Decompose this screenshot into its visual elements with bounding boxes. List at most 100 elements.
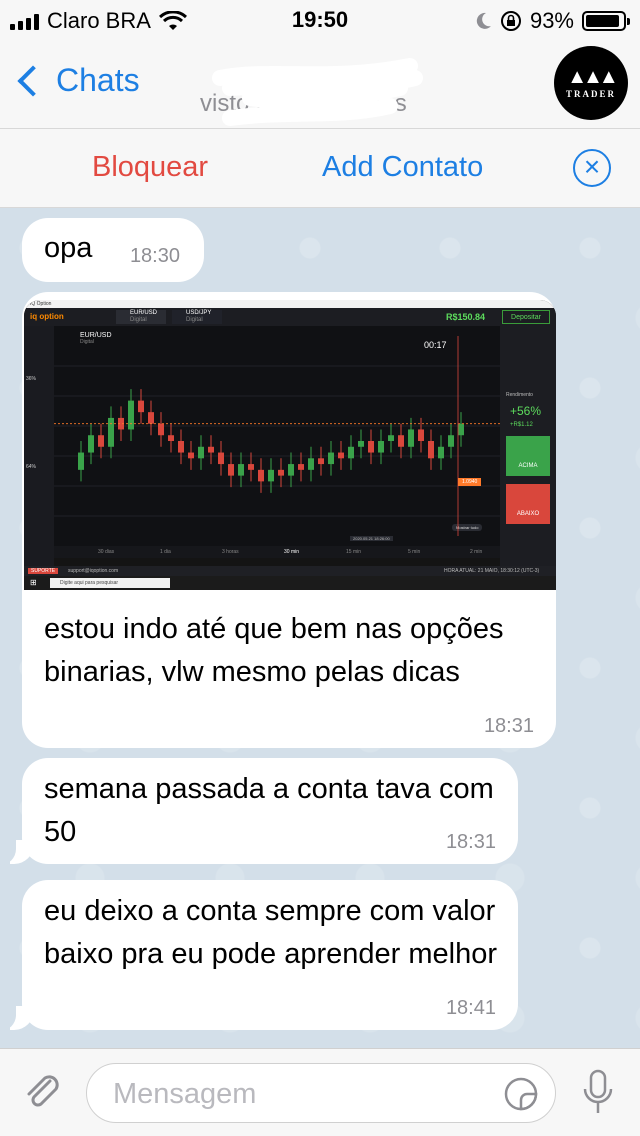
candle-body [358, 441, 364, 447]
support-label: SUPORTE [28, 568, 59, 574]
microphone-icon[interactable] [580, 1067, 616, 1119]
time-range-option: 30 dias [98, 549, 115, 555]
block-button[interactable]: Bloquear [92, 151, 208, 184]
message-input-bar [0, 1048, 640, 1136]
message-text: opa [44, 232, 93, 264]
deposit-button: Depositar [502, 310, 550, 324]
candle-body [168, 435, 174, 441]
app-sidebar: 36% 64% [24, 326, 54, 566]
acima-pct: 36% [26, 376, 37, 382]
windows-taskbar: ⊞ Digite aqui para pesquisar [24, 576, 556, 590]
windows-start-icon: ⊞ [30, 578, 37, 587]
paperclip-icon[interactable] [20, 1069, 64, 1113]
candle-body [308, 458, 314, 470]
battery-icon [582, 11, 630, 31]
app-topbar: iq option EUR/USD Digital USD/JPY Digita… [24, 308, 556, 326]
acima-button: ACIMA [506, 436, 550, 476]
message-text: semana passada a conta tava com 50 [44, 773, 494, 848]
candle-body [348, 446, 354, 459]
message-time: 18:41 [445, 997, 496, 1019]
candle-body [448, 435, 454, 447]
candle-body [198, 446, 204, 459]
message-time: 18:31 [445, 831, 496, 853]
abaixo-button: ABAIXO [506, 484, 550, 524]
candle-body [258, 469, 264, 482]
candle-body [228, 464, 234, 476]
candle-body [418, 429, 424, 441]
candle-body [288, 464, 294, 476]
time-range-option: 2 min [470, 549, 483, 555]
candle-body [108, 417, 114, 447]
candle-body [278, 469, 284, 476]
rendimento-label: Rendimento [506, 392, 533, 398]
time-range-option: 3 horas [222, 549, 239, 555]
windows-search: Digite aqui para pesquisar [50, 578, 170, 588]
candle-body [238, 464, 244, 476]
candle-body [318, 458, 324, 465]
message-field[interactable] [86, 1063, 556, 1123]
candle-body [78, 452, 84, 470]
candle-body [248, 464, 254, 470]
back-button[interactable]: Chats [14, 62, 140, 99]
candle-body [458, 423, 464, 436]
candlestick-series [54, 336, 500, 536]
message-text: estou indo até que bem nas opções binari… [44, 613, 504, 688]
close-icon[interactable]: × [573, 149, 611, 187]
candle-body [368, 441, 374, 453]
back-label: Chats [56, 62, 140, 98]
trading-screenshot-image[interactable]: IQ Option iq option EUR/USD Digital USD/… [24, 300, 556, 590]
bull-bear-logo-icon: ▲▲▲ [567, 66, 618, 88]
candle-body [428, 441, 434, 459]
time-range-option: 15 min [346, 549, 362, 555]
candle-body [338, 452, 344, 459]
support-bar: SUPORTE support@iqoption.com HORA ATUAL:… [24, 566, 556, 576]
candle-body [178, 441, 184, 453]
message-bubble[interactable]: semana passada a conta tava com 50 18:31 [0, 758, 518, 865]
candle-body [388, 435, 394, 441]
message-bubble[interactable]: opa 18:30 [22, 218, 204, 282]
candle-body [148, 412, 154, 424]
contact-avatar[interactable]: ▲▲▲ TRADER [554, 46, 628, 120]
candle-body [158, 423, 164, 436]
action-bar: Bloquear Add Contato × [0, 128, 640, 208]
window-titlebar: IQ Option [24, 300, 556, 308]
moon-icon [476, 12, 491, 29]
candle-body [268, 469, 274, 482]
rotation-lock-icon [500, 11, 521, 31]
candle-body [138, 400, 144, 413]
time-range-option: 5 min [408, 549, 421, 555]
abaixo-pct: 64% [26, 464, 37, 470]
avatar-text: TRADER [565, 89, 616, 99]
tab1-label: EUR/USD [130, 310, 158, 316]
current-time-label: HORA ATUAL: 21 MAIO, 18:30:12 (UTC-3) [444, 568, 540, 574]
price-tag: 1.0940 [458, 478, 482, 486]
profit-value: +R$1.12 [510, 422, 533, 428]
time-range-option: 30 min [284, 549, 300, 555]
message-bubble[interactable]: eu deixo a conta sempre com valor baixo … [0, 880, 518, 1031]
asset-tab-usdjpy: USD/JPY Digital [172, 310, 222, 324]
candle-body [298, 464, 304, 470]
account-balance: R$150.84 [446, 312, 486, 322]
candle-body [408, 429, 414, 447]
candle-body [398, 435, 404, 447]
message-time: 18:31 [483, 715, 534, 737]
candle-body [208, 446, 214, 453]
chat-header: Chats visto há 30 minutos ▲▲▲ TRADER [0, 40, 640, 128]
price-chart: EUR/USD Digital 00:17 2020.05.21 18:26:0… [54, 326, 500, 546]
candle-body [128, 400, 134, 430]
candle-body [98, 435, 104, 447]
message-input[interactable] [111, 1074, 495, 1114]
candle-body [218, 452, 224, 465]
add-contact-button[interactable]: Add Contato [322, 151, 483, 184]
candle-body [438, 446, 444, 459]
profit-percent: +56% [510, 404, 542, 418]
time-range-option: 1 dia [160, 549, 171, 555]
status-bar: Claro BRA 19:50 93% [0, 0, 640, 40]
sticker-icon[interactable] [503, 1076, 539, 1112]
chevron-left-icon [17, 64, 49, 97]
time-range-bar: 30 dias 1 dia 3 horas 30 min 15 min 5 min 2 mi… [54, 546, 500, 558]
message-time: 18:30 [129, 245, 180, 267]
app-logo: iq option [30, 312, 64, 321]
candle-body [88, 435, 94, 453]
window-title: IQ Option [30, 301, 52, 307]
